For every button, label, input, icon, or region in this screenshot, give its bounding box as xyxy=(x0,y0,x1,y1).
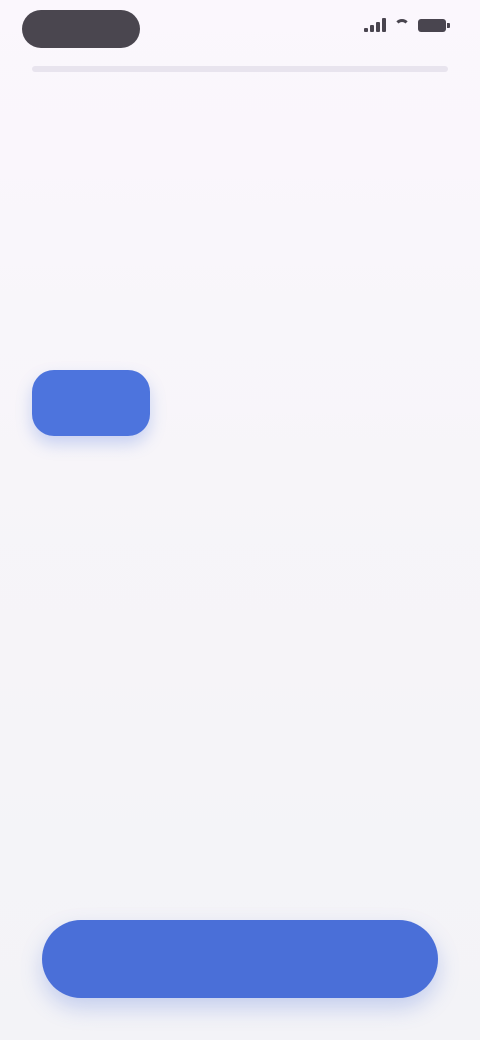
option-button-2[interactable] xyxy=(179,300,301,344)
option-row xyxy=(32,300,448,344)
option-button-3[interactable] xyxy=(326,300,448,344)
helper-text xyxy=(184,390,344,418)
status-bar xyxy=(0,0,480,64)
selected-option-button[interactable] xyxy=(32,370,150,436)
wifi-icon xyxy=(394,19,410,31)
question-content xyxy=(32,108,432,124)
option-button-1[interactable] xyxy=(32,300,154,344)
onboarding-progress-bar xyxy=(32,66,448,72)
status-icons xyxy=(364,18,450,32)
status-time-pill xyxy=(22,10,140,48)
signal-icon xyxy=(364,18,386,32)
battery-icon xyxy=(418,18,450,32)
continue-button[interactable] xyxy=(42,920,438,998)
